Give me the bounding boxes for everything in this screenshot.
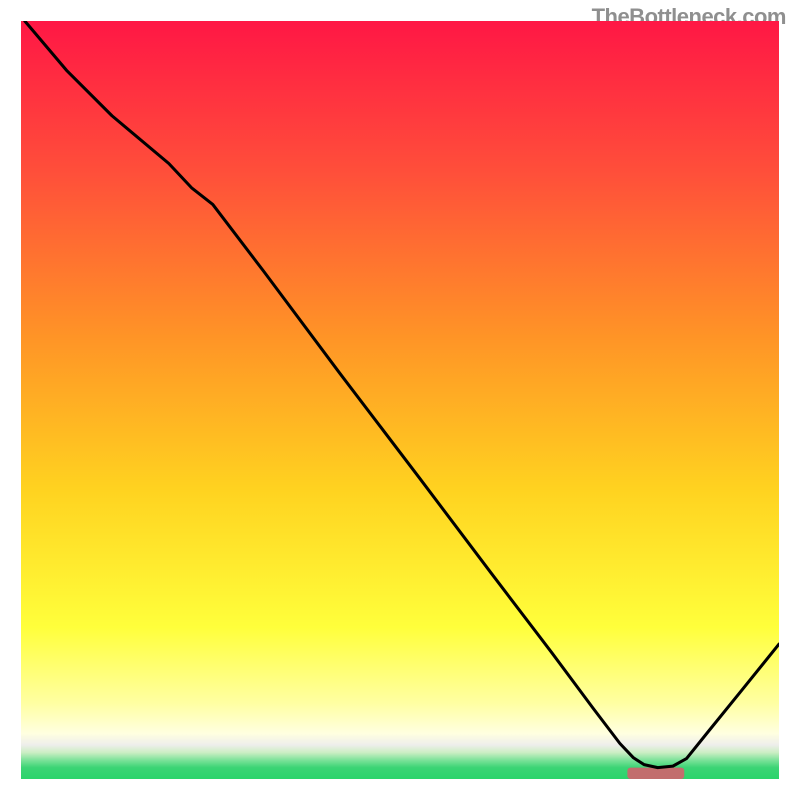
chart-stage: TheBottleneck.com <box>0 0 800 800</box>
chart-svg <box>21 21 779 779</box>
x-axis-tick-marker <box>627 768 684 779</box>
plot-area <box>21 21 779 779</box>
